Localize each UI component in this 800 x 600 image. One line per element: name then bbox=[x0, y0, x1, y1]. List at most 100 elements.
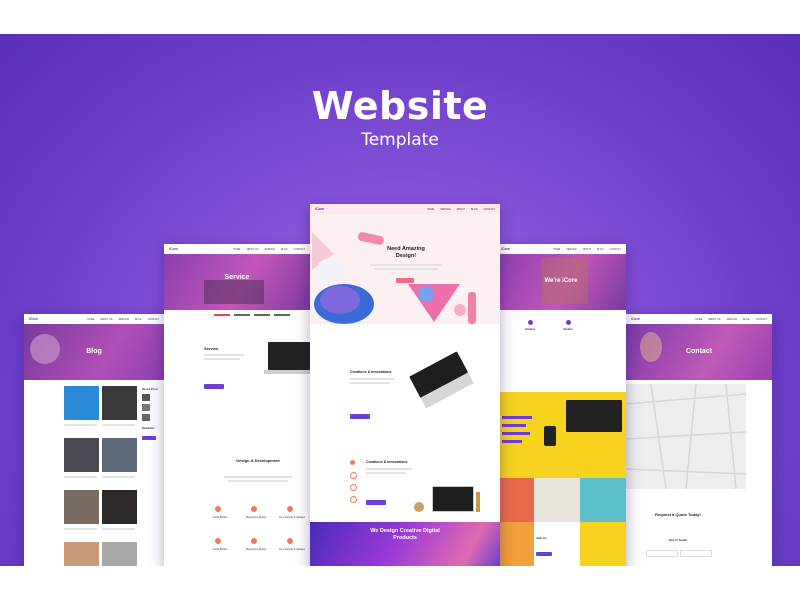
hero-subtitle: Template bbox=[361, 130, 439, 150]
team-photo[interactable] bbox=[580, 478, 626, 522]
text-line bbox=[64, 476, 97, 478]
team-grid: Join Us bbox=[496, 478, 626, 566]
team-photo[interactable] bbox=[496, 478, 534, 522]
blog-logo: iCore bbox=[29, 317, 38, 321]
nav-link[interactable]: ABOUT bbox=[457, 208, 465, 211]
feature-label: Responsive Design bbox=[245, 548, 267, 551]
sidebar-thumb[interactable] bbox=[142, 394, 150, 401]
nav-link[interactable]: ABOUT US bbox=[708, 318, 720, 321]
nav-link[interactable]: CONTACT bbox=[294, 248, 305, 251]
blog-thumb[interactable] bbox=[102, 438, 137, 472]
team-photo[interactable] bbox=[580, 522, 626, 566]
contact-form-field[interactable] bbox=[680, 550, 712, 557]
hero-button[interactable] bbox=[396, 278, 414, 283]
about-banner-title: We're iCore bbox=[544, 278, 578, 284]
blog-thumb[interactable] bbox=[102, 386, 137, 420]
about-banner: We're iCore bbox=[496, 254, 626, 310]
blog-thumb[interactable] bbox=[64, 386, 99, 420]
step-icon bbox=[350, 496, 357, 503]
hero-title: Website bbox=[311, 84, 489, 128]
feature-label: Visual Builder bbox=[212, 548, 228, 551]
blog-thumb[interactable] bbox=[102, 542, 137, 566]
service-button[interactable] bbox=[204, 384, 224, 389]
newsletter-button[interactable] bbox=[142, 436, 156, 440]
sidebar-thumb[interactable] bbox=[142, 404, 150, 411]
text-line bbox=[102, 476, 135, 478]
nav-link[interactable]: BLOG bbox=[597, 248, 604, 251]
nav-link[interactable]: SERVICE bbox=[119, 318, 129, 321]
nav-link[interactable]: ABOUT US bbox=[100, 318, 112, 321]
nav-link[interactable]: BLOG bbox=[281, 248, 288, 251]
text-line bbox=[224, 476, 292, 478]
blog-thumb[interactable] bbox=[102, 490, 137, 524]
team-photo[interactable] bbox=[534, 478, 580, 522]
blog-thumb[interactable] bbox=[64, 490, 99, 524]
tab[interactable] bbox=[274, 314, 290, 316]
nav-link[interactable]: HOME bbox=[427, 208, 434, 211]
tab[interactable] bbox=[234, 314, 250, 316]
feature-label: Free Support & Updates bbox=[279, 548, 305, 551]
service-banner: Service bbox=[164, 254, 310, 310]
nav-link[interactable]: ABOUT US bbox=[246, 248, 258, 251]
nav-link[interactable]: BLOG bbox=[743, 318, 750, 321]
text-line bbox=[350, 382, 390, 384]
feature-icon bbox=[287, 538, 293, 544]
nav-link[interactable]: HOME bbox=[695, 318, 702, 321]
blog-thumb[interactable] bbox=[64, 542, 99, 566]
blog-banner-title: Blog bbox=[86, 348, 102, 355]
get-in-touch-title: Get In Touch bbox=[668, 538, 688, 542]
feature-label: Responsive Design bbox=[245, 516, 267, 519]
tab[interactable] bbox=[214, 314, 230, 316]
creations-title-1: Creations & Innovations bbox=[350, 370, 392, 374]
stat-bar bbox=[502, 432, 530, 435]
about-nav: iCore HOME SERVICE ABOUT BLOG CONTACT bbox=[496, 244, 626, 254]
blog-thumb[interactable] bbox=[64, 438, 99, 472]
contact-form-field[interactable] bbox=[646, 550, 678, 557]
stat-bar bbox=[502, 416, 532, 419]
stat-bar bbox=[502, 440, 522, 443]
step-icon bbox=[350, 472, 357, 479]
section-button[interactable] bbox=[350, 414, 370, 419]
section-button[interactable] bbox=[366, 500, 386, 505]
banner-photo-laptop bbox=[204, 280, 264, 304]
feature-grid: Visual Builder Responsive Design Free Su… bbox=[204, 502, 308, 566]
home-hero: Need Amazing Design! bbox=[310, 214, 500, 324]
nav-link[interactable]: CONTACT bbox=[484, 208, 495, 211]
laptop-image bbox=[409, 351, 474, 409]
tab[interactable] bbox=[254, 314, 270, 316]
nav-link[interactable]: SERVICE bbox=[440, 208, 450, 211]
contact-banner-title: Contact bbox=[685, 348, 713, 355]
nav-link[interactable]: CONTACT bbox=[610, 248, 621, 251]
banner-photo-person bbox=[640, 332, 662, 362]
map[interactable] bbox=[626, 383, 747, 490]
hero-headline: Need Amazing Design! bbox=[387, 246, 425, 259]
text-line bbox=[102, 528, 135, 530]
nav-link[interactable]: HOME bbox=[233, 248, 240, 251]
nav-link[interactable]: BLOG bbox=[471, 208, 478, 211]
text-line bbox=[228, 480, 288, 482]
stats-block bbox=[496, 392, 626, 478]
home-nav: iCore HOME SERVICE ABOUT BLOG CONTACT bbox=[310, 204, 500, 214]
nav-link[interactable]: HOME bbox=[87, 318, 94, 321]
nav-link[interactable]: SERVICE bbox=[265, 248, 275, 251]
blog-page-mockup: iCore HOME ABOUT US SERVICE BLOG CONTACT… bbox=[24, 314, 164, 566]
feature-icon bbox=[528, 320, 533, 325]
nav-link[interactable]: HOME bbox=[553, 248, 560, 251]
join-button[interactable] bbox=[536, 552, 552, 556]
text-line bbox=[366, 468, 412, 470]
join-label: Join Us bbox=[536, 536, 547, 540]
nav-link[interactable]: BLOG bbox=[135, 318, 142, 321]
service-section-title: Service bbox=[204, 346, 219, 351]
phone-image bbox=[544, 426, 556, 446]
team-photo[interactable] bbox=[496, 522, 534, 566]
feature-label: Modern bbox=[563, 328, 573, 331]
laptop-image bbox=[566, 400, 622, 432]
contact-nav: iCore HOME ABOUT US SERVICE BLOG CONTACT bbox=[626, 314, 772, 324]
nav-link[interactable]: SERVICE bbox=[566, 248, 576, 251]
nav-link[interactable]: SERVICE bbox=[727, 318, 737, 321]
text-line bbox=[64, 424, 97, 426]
sidebar-thumb[interactable] bbox=[142, 414, 150, 421]
nav-link[interactable]: ABOUT bbox=[583, 248, 591, 251]
nav-link[interactable]: CONTACT bbox=[756, 318, 767, 321]
nav-link[interactable]: CONTACT bbox=[148, 318, 159, 321]
